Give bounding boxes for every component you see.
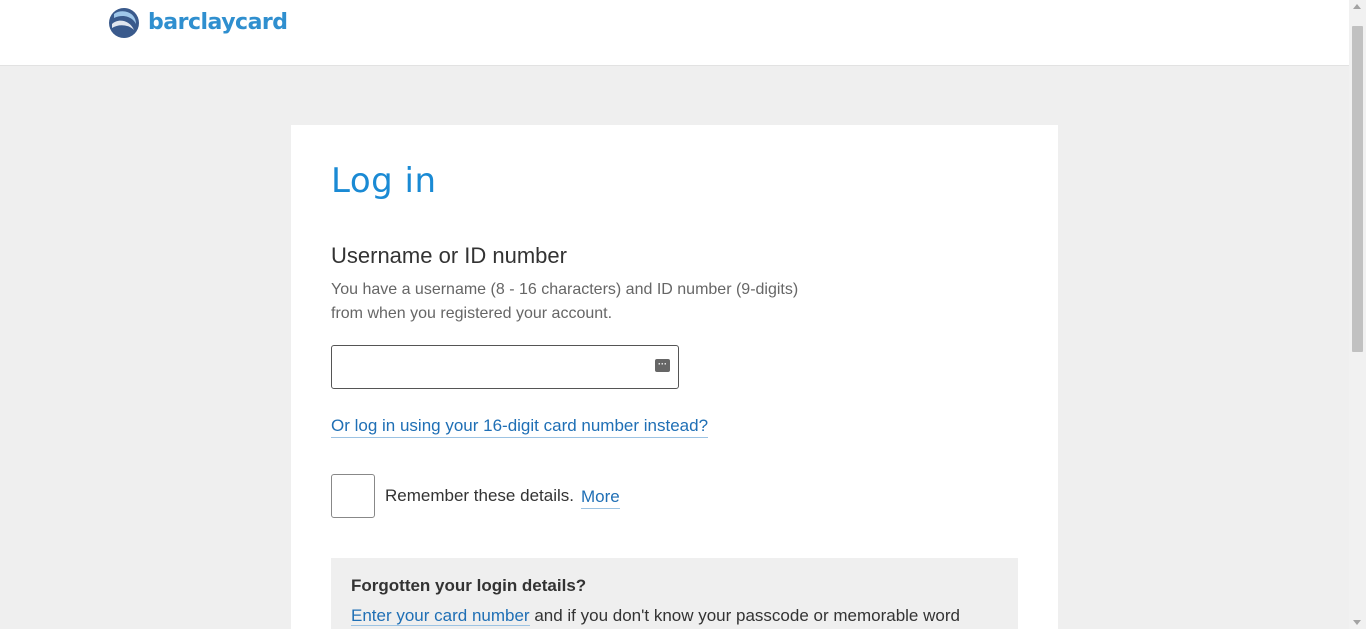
username-help-text: You have a username (8 - 16 characters) … [331,281,799,322]
barclaycard-logo-icon [109,8,139,38]
site-header: barclaycard [0,0,1349,66]
remember-label: Remember these details. [385,486,574,505]
scroll-down-arrow-icon[interactable] [1353,620,1361,625]
password-manager-icon[interactable]: ··· [655,359,670,372]
scroll-up-arrow-icon[interactable] [1353,4,1361,9]
logo-text: barclaycard [148,9,288,35]
login-card: Log in Username or ID number You have a … [291,125,1058,629]
page-scrollbar[interactable] [1349,0,1366,629]
page-title: Log in [331,161,437,201]
remember-checkbox[interactable] [331,474,375,518]
card-number-login-link[interactable]: Or log in using your 16-digit card numbe… [331,415,709,438]
forgotten-text: Enter your card number and if you don't … [351,606,960,626]
forgotten-description: and if you don't know your passcode or m… [529,606,960,625]
forgotten-details-panel: Forgotten your login details? Enter your… [331,558,1018,629]
enter-card-number-link[interactable]: Enter your card number [351,606,530,626]
more-link[interactable]: More [581,486,620,509]
username-input[interactable]: ··· [331,345,679,389]
scrollbar-thumb[interactable] [1352,26,1363,352]
forgotten-title: Forgotten your login details? [351,576,587,595]
barclaycard-logo[interactable]: barclaycard [106,4,288,40]
username-label: Username or ID number [331,243,567,268]
